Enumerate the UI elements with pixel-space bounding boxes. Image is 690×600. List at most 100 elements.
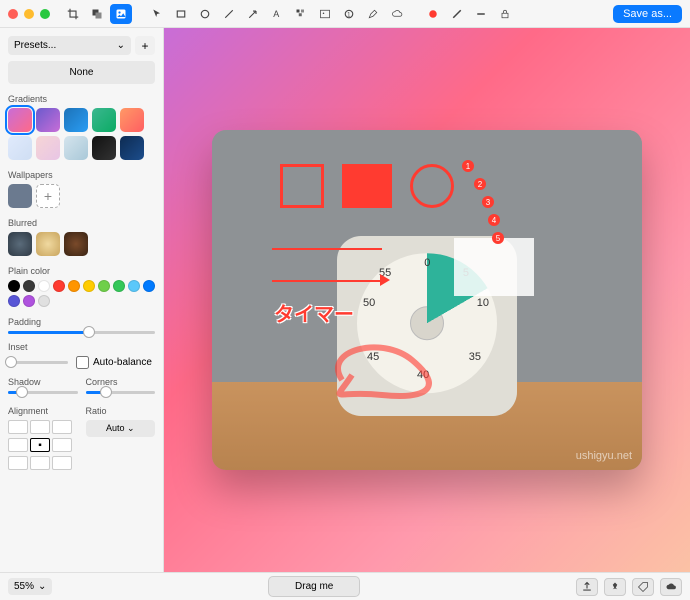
plain-color-swatch[interactable] <box>38 280 50 292</box>
plain-color-swatch[interactable] <box>8 280 20 292</box>
pointer-tool[interactable] <box>146 4 168 24</box>
cloud-tool[interactable] <box>386 4 408 24</box>
align-tr[interactable] <box>52 420 72 434</box>
plain-color-swatch[interactable] <box>53 280 65 292</box>
plain-color-swatch[interactable] <box>98 280 110 292</box>
counter-annotation[interactable]: 4 <box>488 214 500 226</box>
align-mr[interactable] <box>52 438 72 452</box>
align-br[interactable] <box>52 456 72 470</box>
rectangle-tool[interactable] <box>170 4 192 24</box>
oval-annotation[interactable] <box>410 164 454 208</box>
plain-color-swatch[interactable] <box>23 295 35 307</box>
plain-color-swatch[interactable] <box>113 280 125 292</box>
tag-icon[interactable] <box>632 578 654 596</box>
text-tool[interactable]: A <box>266 4 288 24</box>
close-window[interactable] <box>8 9 18 19</box>
minimize-window[interactable] <box>24 9 34 19</box>
plain-color-swatch[interactable] <box>68 280 80 292</box>
crop-tool[interactable] <box>62 4 84 24</box>
plain-color-swatch[interactable] <box>23 280 35 292</box>
bg-none-button[interactable]: None <box>8 61 155 84</box>
gradient-swatch[interactable] <box>92 136 116 160</box>
window-controls <box>8 9 50 19</box>
gradient-swatch[interactable] <box>36 108 60 132</box>
inset-slider[interactable] <box>8 361 68 364</box>
sidebar: Presets...⌄ + None Gradients Wallpapers … <box>0 28 164 572</box>
plain-color-swatch[interactable] <box>38 295 50 307</box>
pixelate-tool[interactable] <box>290 4 312 24</box>
blurred-swatch[interactable] <box>64 232 88 256</box>
counter-annotation[interactable]: 2 <box>474 178 486 190</box>
pen-tool[interactable] <box>362 4 384 24</box>
stroke-color[interactable] <box>446 4 468 24</box>
presets-select[interactable]: Presets...⌄ <box>8 36 131 55</box>
ratio-select[interactable]: Auto ⌄ <box>86 420 156 437</box>
gradient-swatch[interactable] <box>64 136 88 160</box>
gradient-swatch[interactable] <box>92 108 116 132</box>
export-icon[interactable] <box>576 578 598 596</box>
gradient-swatch[interactable] <box>8 108 32 132</box>
rect-annotation[interactable] <box>280 164 324 208</box>
align-ml[interactable] <box>8 438 28 452</box>
shadow-slider[interactable] <box>8 391 78 394</box>
blurred-swatch[interactable] <box>36 232 60 256</box>
cloud-upload-icon[interactable] <box>660 578 682 596</box>
highlight-annotation[interactable] <box>454 238 534 296</box>
blurred-label: Blurred <box>8 218 155 228</box>
counter-annotation[interactable]: 5 <box>492 232 504 244</box>
arrow-tool[interactable] <box>242 4 264 24</box>
autobalance-checkbox[interactable] <box>76 356 89 369</box>
footer: 55%⌄ Drag me <box>0 572 690 600</box>
align-tc[interactable] <box>30 420 50 434</box>
text-annotation[interactable]: タイマー <box>274 298 354 327</box>
plain-color-row <box>8 280 155 307</box>
gradient-swatch[interactable] <box>120 108 144 132</box>
gradient-swatch[interactable] <box>64 108 88 132</box>
gradients-grid <box>8 108 155 160</box>
wallpaper-swatch[interactable] <box>8 184 32 208</box>
line-tool[interactable] <box>218 4 240 24</box>
padding-slider[interactable] <box>8 331 155 334</box>
image-tool[interactable] <box>314 4 336 24</box>
zoom-select[interactable]: 55%⌄ <box>8 578 52 595</box>
fill-color[interactable] <box>422 4 444 24</box>
gradient-swatch[interactable] <box>120 136 144 160</box>
add-preset-button[interactable]: + <box>135 36 155 55</box>
shadow-label: Shadow <box>8 377 78 387</box>
arrow-head-icon <box>380 274 390 286</box>
arrow-annotation[interactable] <box>272 280 382 282</box>
background-tool[interactable] <box>110 4 132 24</box>
overlay-tool[interactable] <box>86 4 108 24</box>
blurred-swatch[interactable] <box>8 232 32 256</box>
align-mc[interactable]: ▪ <box>30 438 50 452</box>
corners-slider[interactable] <box>86 391 156 394</box>
lock-tool[interactable] <box>494 4 516 24</box>
drag-me-button[interactable]: Drag me <box>268 576 360 597</box>
align-bl[interactable] <box>8 456 28 470</box>
counter-annotation[interactable]: 1 <box>462 160 474 172</box>
add-wallpaper-button[interactable]: + <box>36 184 60 208</box>
counter-annotation[interactable]: 3 <box>482 196 494 208</box>
screenshot-card[interactable]: 0 5 10 55 50 45 40 35 タイマー 1 2 3 <box>212 130 642 470</box>
save-as-button[interactable]: Save as... <box>613 5 682 23</box>
plain-color-label: Plain color <box>8 266 155 276</box>
plain-color-swatch[interactable] <box>8 295 20 307</box>
gradient-swatch[interactable] <box>8 136 32 160</box>
line-annotation[interactable] <box>272 248 382 250</box>
stroke-weight[interactable] <box>470 4 492 24</box>
ratio-label: Ratio <box>86 406 156 416</box>
fillrect-annotation[interactable] <box>342 164 392 208</box>
plain-color-swatch[interactable] <box>143 280 155 292</box>
fullscreen-window[interactable] <box>40 9 50 19</box>
pin-icon[interactable] <box>604 578 626 596</box>
align-tl[interactable] <box>8 420 28 434</box>
plain-color-swatch[interactable] <box>128 280 140 292</box>
counter-tool[interactable]: 1 <box>338 4 360 24</box>
alignment-label: Alignment <box>8 406 78 416</box>
pen-annotation[interactable] <box>322 340 442 410</box>
gradient-swatch[interactable] <box>36 136 60 160</box>
oval-tool[interactable] <box>194 4 216 24</box>
plain-color-swatch[interactable] <box>83 280 95 292</box>
canvas[interactable]: 0 5 10 55 50 45 40 35 タイマー 1 2 3 <box>164 28 690 572</box>
align-bc[interactable] <box>30 456 50 470</box>
